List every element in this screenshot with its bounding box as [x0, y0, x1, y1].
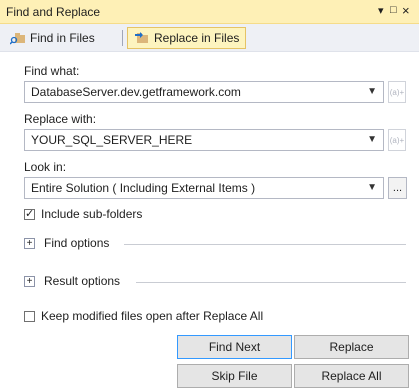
replace-with-value: YOUR_SQL_SERVER_HERE: [31, 133, 193, 147]
find-next-button[interactable]: Find Next: [177, 335, 292, 359]
chevron-down-icon[interactable]: ▼: [367, 134, 377, 145]
checkmark-icon: ✓: [25, 208, 35, 220]
keep-modified-open-label: Keep modified files open after Replace A…: [41, 309, 264, 323]
find-in-files-tab[interactable]: Find in Files: [4, 27, 101, 49]
toolbar-separator: [122, 30, 123, 46]
skip-file-button[interactable]: Skip File: [177, 364, 292, 388]
close-icon[interactable]: ×: [402, 3, 410, 18]
include-subfolders-label: Include sub-folders: [41, 207, 143, 221]
include-subfolders-checkbox[interactable]: ✓: [24, 208, 35, 220]
dropdown-menu-icon[interactable]: ▾: [378, 4, 384, 17]
replace-with-label: Replace with:: [24, 112, 97, 126]
chevron-down-icon[interactable]: ▼: [367, 182, 377, 193]
browse-button[interactable]: ...: [388, 177, 407, 199]
mode-toolbar: Find in Files Replace in Files: [0, 24, 419, 52]
result-options-label: Result options: [44, 274, 121, 288]
find-options-divider: [124, 244, 406, 245]
look-in-label: Look in:: [24, 160, 67, 174]
replace-all-button[interactable]: Replace All: [294, 364, 409, 388]
replace-regex-builder-button[interactable]: (a)+: [388, 129, 406, 151]
keep-modified-open-checkbox[interactable]: [24, 311, 35, 322]
replace-with-combobox[interactable]: YOUR_SQL_SERVER_HERE ▼: [24, 129, 384, 151]
find-what-value: DatabaseServer.dev.getframework.com: [31, 85, 241, 99]
chevron-down-icon[interactable]: ▼: [367, 86, 377, 97]
find-what-combobox[interactable]: DatabaseServer.dev.getframework.com ▼: [24, 81, 384, 103]
window-title: Find and Replace: [6, 5, 101, 19]
find-regex-builder-button[interactable]: (a)+: [388, 81, 406, 103]
result-options-divider: [136, 282, 406, 283]
maximize-icon[interactable]: □: [390, 4, 397, 16]
find-options-label: Find options: [44, 236, 110, 250]
title-bar: Find and Replace ▾ □ ×: [0, 0, 419, 24]
look-in-combobox[interactable]: Entire Solution ( Including External Ite…: [24, 177, 384, 199]
replace-in-files-tab[interactable]: Replace in Files: [127, 27, 247, 49]
find-in-files-label: Find in Files: [30, 31, 95, 45]
replace-in-files-label: Replace in Files: [154, 31, 240, 45]
find-what-label: Find what:: [24, 64, 80, 78]
find-in-files-icon: [10, 33, 25, 45]
result-options-expander[interactable]: +: [24, 276, 35, 287]
find-options-expander[interactable]: +: [24, 238, 35, 249]
replace-in-files-icon: [135, 32, 148, 43]
replace-button[interactable]: Replace: [294, 335, 409, 359]
look-in-value: Entire Solution ( Including External Ite…: [31, 181, 256, 195]
